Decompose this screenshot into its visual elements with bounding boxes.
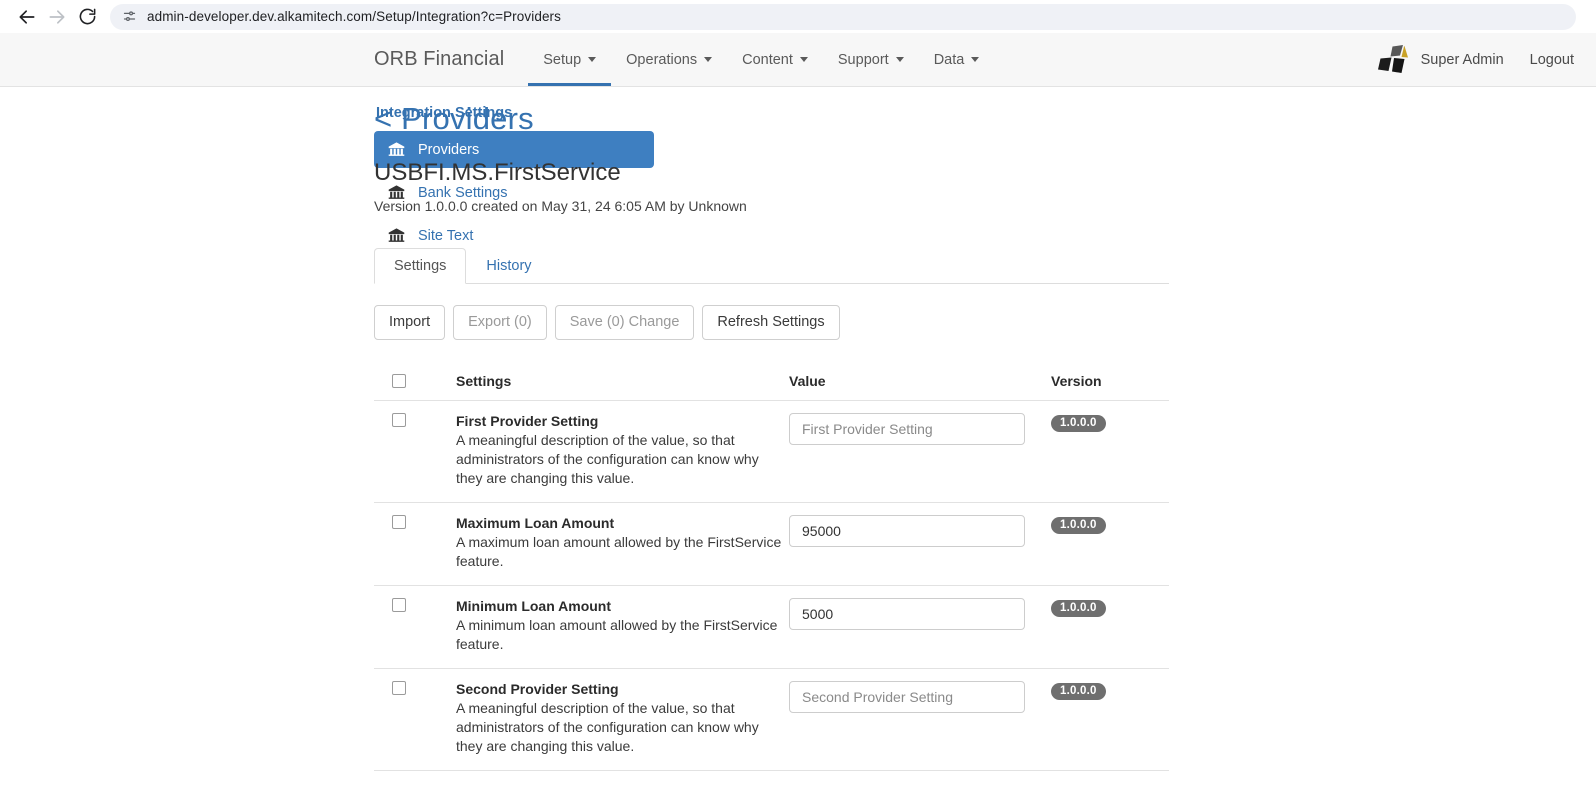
chevron-down-icon — [971, 57, 980, 62]
table-row: Maximum Loan Amount A maximum loan amoun… — [374, 502, 1169, 586]
table-header-row: Settings Value Version — [374, 372, 1169, 401]
nav-item-operations[interactable]: Operations — [611, 33, 727, 86]
table-row: Second Provider Setting A meaningful des… — [374, 668, 1169, 771]
row-value-cell — [789, 400, 1051, 503]
nav-item-content[interactable]: Content — [727, 33, 823, 86]
row-value-cell — [789, 585, 1051, 669]
chevron-down-icon — [588, 57, 597, 62]
logout-link[interactable]: Logout — [1530, 52, 1574, 68]
company-logo-icon — [1376, 43, 1410, 77]
row-setting-cell: Minimum Loan Amount A minimum loan amoun… — [456, 585, 789, 669]
browser-toolbar: admin-developer.dev.alkamitech.com/Setup… — [0, 0, 1596, 33]
row-value-cell — [789, 668, 1051, 771]
row-version-cell: 1.0.0.0 — [1051, 585, 1169, 669]
row-checkbox[interactable] — [392, 597, 406, 612]
main-navigation: Setup Operations Content Support Data — [528, 33, 994, 86]
chevron-down-icon — [799, 57, 808, 62]
row-select-cell — [374, 400, 456, 503]
setting-name: First Provider Setting — [456, 412, 599, 429]
back-arrow-icon[interactable] — [12, 2, 42, 32]
app-header: ORB Financial Setup Operations Content S… — [0, 33, 1596, 87]
row-value-cell — [789, 502, 1051, 586]
select-all-checkbox[interactable] — [392, 373, 406, 388]
nav-item-operations-label: Operations — [626, 51, 698, 68]
row-checkbox[interactable] — [392, 514, 406, 529]
nav-item-data[interactable]: Data — [919, 33, 995, 86]
tab-history[interactable]: History — [466, 248, 551, 284]
setting-value-input[interactable] — [789, 597, 1025, 630]
page-body: Integration Settings Providers Bank Sett… — [0, 87, 1596, 771]
setting-value-input[interactable] — [789, 514, 1025, 547]
column-header-value: Value — [789, 372, 1051, 401]
nav-item-setup[interactable]: Setup — [528, 33, 612, 86]
site-settings-icon[interactable] — [120, 8, 138, 26]
row-version-cell: 1.0.0.0 — [1051, 502, 1169, 586]
version-badge: 1.0.0.0 — [1051, 414, 1106, 432]
main-content: < Providers USBFI.MS.FirstService Versio… — [374, 101, 1596, 771]
address-bar[interactable]: admin-developer.dev.alkamitech.com/Setup… — [110, 3, 1576, 30]
row-checkbox[interactable] — [392, 680, 406, 695]
setting-name: Second Provider Setting — [456, 680, 619, 697]
refresh-settings-button[interactable]: Refresh Settings — [702, 305, 840, 340]
select-all-header — [374, 372, 456, 401]
chevron-down-icon — [704, 57, 713, 62]
version-badge: 1.0.0.0 — [1051, 516, 1106, 534]
setting-description: A maximum loan amount allowed by the Fir… — [456, 533, 782, 569]
forward-arrow-icon[interactable] — [42, 2, 72, 32]
row-select-cell — [374, 585, 456, 669]
row-setting-cell: First Provider Setting A meaningful desc… — [456, 400, 789, 503]
table-row: Minimum Loan Amount A minimum loan amoun… — [374, 585, 1169, 669]
setting-name: Minimum Loan Amount — [456, 597, 612, 614]
row-setting-cell: Maximum Loan Amount A maximum loan amoun… — [456, 502, 789, 586]
save-change-button[interactable]: Save (0) Change — [554, 305, 695, 340]
row-select-cell — [374, 668, 456, 771]
row-version-cell: 1.0.0.0 — [1051, 668, 1169, 771]
setting-name: Maximum Loan Amount — [456, 514, 615, 531]
import-button[interactable]: Import — [374, 305, 446, 340]
nav-item-data-label: Data — [933, 51, 965, 68]
version-badge: 1.0.0.0 — [1051, 682, 1106, 700]
user-area: Super Admin Logout — [1376, 33, 1596, 86]
row-checkbox[interactable] — [392, 412, 406, 427]
chevron-down-icon — [895, 57, 904, 62]
page-title: USBFI.MS.FirstService — [374, 159, 621, 186]
setting-description: A meaningful description of the value, s… — [456, 431, 759, 486]
nav-item-support[interactable]: Support — [823, 33, 919, 86]
setting-description: A meaningful description of the value, s… — [456, 699, 759, 754]
row-version-cell: 1.0.0.0 — [1051, 400, 1169, 503]
tab-settings[interactable]: Settings — [374, 248, 467, 284]
reload-icon[interactable] — [72, 2, 102, 32]
setting-value-input[interactable] — [789, 680, 1025, 713]
version-badge: 1.0.0.0 — [1051, 599, 1106, 617]
nav-item-setup-label: Setup — [543, 51, 582, 68]
breadcrumb-back-to-providers[interactable]: < Providers — [374, 101, 1169, 137]
export-button[interactable]: Export (0) — [453, 305, 547, 340]
tab-bar: Settings History — [374, 247, 1169, 284]
sidebar: Integration Settings Providers Bank Sett… — [0, 101, 654, 771]
table-row: First Provider Setting A meaningful desc… — [374, 400, 1169, 503]
brand-title[interactable]: ORB Financial — [374, 33, 504, 86]
column-header-settings: Settings — [456, 372, 789, 401]
column-header-version: Version — [1051, 372, 1169, 401]
address-bar-url: admin-developer.dev.alkamitech.com/Setup… — [147, 9, 561, 24]
row-select-cell — [374, 502, 456, 586]
row-setting-cell: Second Provider Setting A meaningful des… — [456, 668, 789, 771]
nav-item-content-label: Content — [742, 51, 793, 68]
settings-table: Settings Value Version First Provider Se… — [374, 372, 1169, 771]
entity-version-meta: Version 1.0.0.0 created on May 31, 24 6:… — [374, 198, 747, 214]
setting-description: A minimum loan amount allowed by the Fir… — [456, 616, 778, 652]
nav-item-support-label: Support — [837, 51, 889, 68]
setting-value-input[interactable] — [789, 412, 1025, 445]
user-name-label: Super Admin — [1420, 51, 1504, 68]
settings-toolbar: Import Export (0) Save (0) Change Refres… — [374, 305, 1169, 340]
